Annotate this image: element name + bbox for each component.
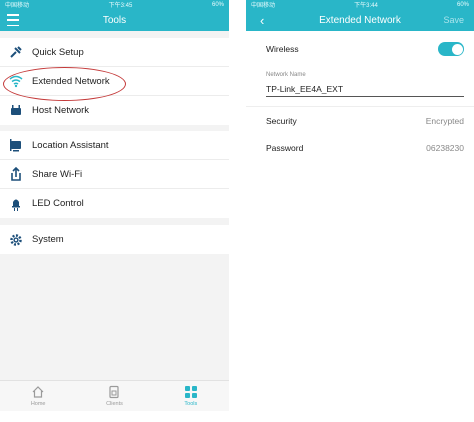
password-value: 06238230 (426, 143, 464, 153)
header-bar: ‹ Extended Network Save (246, 9, 474, 31)
menu-item-location-assistant[interactable]: Location Assistant (0, 131, 229, 160)
host-network-icon (9, 104, 23, 118)
location-assistant-icon (9, 138, 23, 152)
menu-item-label: LED Control (32, 198, 84, 209)
menu-item-label: System (32, 234, 64, 245)
menu-item-label: Share Wi-Fi (32, 168, 83, 180)
wireless-label: Wireless (266, 44, 299, 54)
time-label: 下午3:45 (108, 3, 133, 9)
header-bar: Tools (0, 9, 229, 31)
save-button[interactable]: Save (443, 15, 464, 25)
quick-setup-icon (9, 45, 23, 59)
clients-icon (109, 385, 120, 399)
tab-label: Clients (106, 401, 123, 407)
security-value: Encrypted (425, 116, 464, 126)
status-bar: 中国移动 下午3:44 60% (246, 0, 474, 9)
menu-item-quick-setup[interactable]: Quick Setup (0, 38, 229, 67)
carrier-label: 中国移动 (251, 3, 276, 9)
share-icon (9, 167, 23, 181)
home-icon (32, 386, 44, 398)
gear-icon (9, 233, 23, 247)
menu-item-system[interactable]: System (0, 225, 229, 254)
page-title: Extended Network (319, 14, 401, 26)
wireless-toggle[interactable] (438, 42, 464, 56)
battery-label: 60% (456, 1, 469, 8)
wireless-row: Wireless (266, 42, 464, 56)
tab-tools[interactable]: Tools (161, 385, 221, 407)
page-title: Tools (102, 14, 127, 26)
battery-label: 60% (211, 1, 224, 8)
tools-group-system: System (0, 225, 229, 254)
time-label: 下午3:44 (354, 3, 378, 9)
tab-clients[interactable]: Clients (84, 385, 144, 407)
tools-icon (184, 386, 197, 398)
menu-item-label: Location Assistant (32, 139, 109, 151)
section-divider (246, 106, 474, 107)
security-label: Security (266, 116, 297, 126)
highlight-circle (3, 67, 126, 101)
tools-group-device: Location Assistant Share Wi-Fi LED Contr… (0, 131, 229, 218)
carrier-label: 中国移动 (5, 3, 30, 9)
tab-label: Home (30, 401, 46, 407)
menu-item-label: Host Network (32, 105, 90, 116)
password-label: Password (266, 143, 304, 153)
bottom-tab-bar: Home Clients Tools (0, 380, 229, 411)
password-row[interactable]: Password 06238230 (266, 143, 464, 153)
tab-home[interactable]: Home (8, 385, 68, 407)
menu-item-host-network[interactable]: Host Network (0, 96, 229, 125)
network-name-input[interactable]: TP-Link_EE4A_EXT (266, 84, 464, 97)
security-row[interactable]: Security Encrypted (266, 116, 464, 126)
led-icon (9, 197, 23, 211)
menu-item-share-wifi[interactable]: Share Wi-Fi (0, 160, 229, 189)
menu-item-led-control[interactable]: LED Control (0, 189, 229, 218)
network-name-label: Network Name (266, 72, 306, 78)
extended-network-screen: 中国移动 下午3:44 60% ‹ Extended Network Save … (246, 0, 474, 411)
menu-item-label: Quick Setup (32, 46, 84, 58)
tools-screen: 中国移动 下午3:45 60% Tools Quick Setup Extend… (0, 0, 229, 411)
tab-label: Tools (184, 401, 198, 407)
status-bar: 中国移动 下午3:45 60% (0, 0, 229, 9)
